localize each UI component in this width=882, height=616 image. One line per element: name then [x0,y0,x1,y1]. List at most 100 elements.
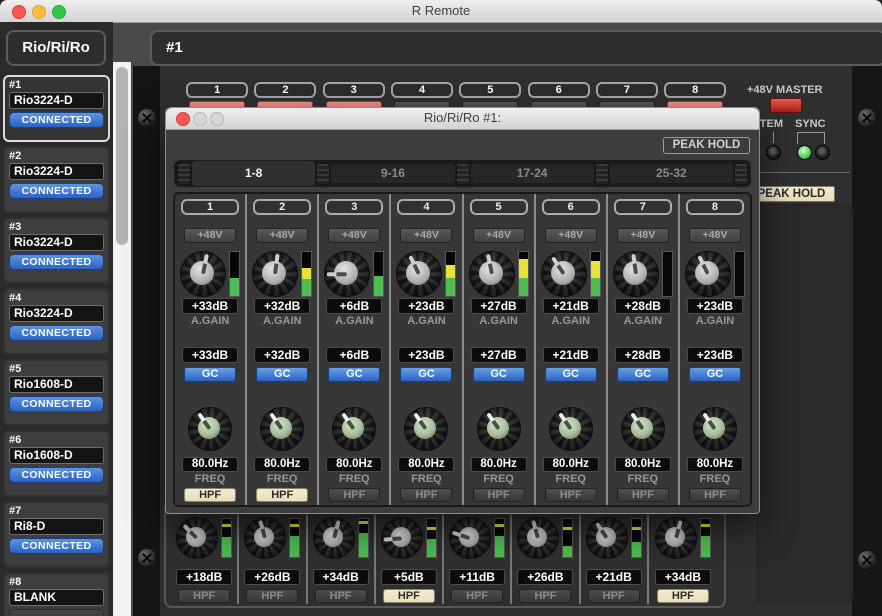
gc-gain-value[interactable]: +33dB [182,347,238,363]
peak-hold-button[interactable]: PEAK HOLD [663,137,750,154]
gain-compensation-button[interactable]: GC [328,367,380,382]
analog-gain-knob[interactable] [685,251,731,297]
gain-knob[interactable] [449,517,491,559]
gain-value[interactable]: +26dB [517,569,573,585]
hpf-frequency-value[interactable]: 80.0Hz [326,457,382,472]
analog-gain-knob[interactable] [541,251,587,297]
hpf-button[interactable]: HPF [617,488,669,502]
hpf-button[interactable]: HPF [657,589,709,603]
analog-gain-value[interactable]: +21dB [543,298,599,314]
gain-knob[interactable] [176,517,218,559]
gain-compensation-button[interactable]: GC [689,367,741,382]
gc-gain-value[interactable]: +23dB [687,347,743,363]
hpf-frequency-value[interactable]: 80.0Hz [182,457,238,472]
gain-compensation-button[interactable]: GC [473,367,525,382]
phantom-48v-button[interactable]: +48V [545,228,597,243]
gain-compensation-button[interactable]: GC [400,367,452,382]
phantom-48v-button[interactable]: +48V [256,228,308,243]
hpf-frequency-knob[interactable] [332,407,376,451]
hpf-button[interactable]: HPF [315,589,367,603]
phantom-48v-button[interactable]: +48V [689,228,741,243]
gain-value[interactable]: +34dB [313,569,369,585]
device-item[interactable]: #5 Rio1608-D CONNECTED [3,359,110,426]
tab-9-16[interactable]: 9-16 [331,164,454,183]
gc-gain-value[interactable]: +28dB [615,347,671,363]
analog-gain-knob[interactable] [613,251,659,297]
device-item[interactable]: #6 Rio1608-D CONNECTED [3,430,110,497]
hpf-button[interactable]: HPF [178,589,230,603]
device-item[interactable]: #1 Rio3224-D CONNECTED [3,75,110,142]
analog-gain-knob[interactable] [252,251,298,297]
hpf-frequency-knob[interactable] [188,407,232,451]
hpf-frequency-knob[interactable] [477,407,521,451]
phantom-48v-button[interactable]: +48V [400,228,452,243]
device-item[interactable]: #8 BLANK [3,572,110,616]
hpf-button[interactable]: HPF [473,488,525,502]
analog-gain-knob[interactable] [180,251,226,297]
hpf-button[interactable]: HPF [545,488,597,502]
hpf-frequency-value[interactable]: 80.0Hz [471,457,527,472]
analog-gain-value[interactable]: +32dB [254,298,310,314]
gc-gain-value[interactable]: +27dB [471,347,527,363]
device-item[interactable]: #3 Rio3224-D CONNECTED [3,217,110,284]
phantom-48v-button[interactable]: +48V [184,228,236,243]
device-item[interactable]: #7 Ri8-D CONNECTED [3,501,110,568]
analog-gain-knob[interactable] [324,251,370,297]
peak-hold-button[interactable]: PEAK HOLD [748,186,835,202]
sidebar-scrollbar[interactable] [113,62,131,616]
phantom-48v-button[interactable]: +48V [617,228,669,243]
hpf-frequency-knob[interactable] [621,407,665,451]
tab-17-24[interactable]: 17-24 [471,164,594,183]
scrollbar-thumb[interactable] [116,67,128,245]
gain-knob[interactable] [381,517,423,559]
gain-value[interactable]: +21dB [586,569,642,585]
analog-gain-value[interactable]: +27dB [471,298,527,314]
analog-gain-value[interactable]: +6dB [326,298,382,314]
gain-compensation-button[interactable]: GC [617,367,669,382]
hpf-button[interactable]: HPF [689,488,741,502]
tab-25-32[interactable]: 25-32 [610,164,733,183]
hpf-button[interactable]: HPF [519,589,571,603]
hpf-frequency-value[interactable]: 80.0Hz [687,457,743,472]
hpf-button[interactable]: HPF [588,589,640,603]
hpf-frequency-value[interactable]: 80.0Hz [254,457,310,472]
hpf-button[interactable]: HPF [383,589,435,603]
gain-knob[interactable] [517,517,559,559]
analog-gain-value[interactable]: +23dB [687,298,743,314]
phantom-48v-button[interactable]: +48V [473,228,525,243]
gain-value[interactable]: +11dB [449,569,505,585]
hpf-frequency-knob[interactable] [260,407,304,451]
gain-value[interactable]: +5dB [381,569,437,585]
gain-compensation-button[interactable]: GC [256,367,308,382]
hpf-button[interactable]: HPF [256,488,308,502]
master-48v-indicator[interactable] [770,98,802,113]
gain-value[interactable]: +26dB [244,569,300,585]
gain-value[interactable]: +18dB [176,569,232,585]
gain-value[interactable]: +34dB [655,569,711,585]
analog-gain-value[interactable]: +28dB [615,298,671,314]
hpf-frequency-knob[interactable] [549,407,593,451]
gc-gain-value[interactable]: +21dB [543,347,599,363]
analog-gain-value[interactable]: +33dB [182,298,238,314]
analog-gain-knob[interactable] [396,251,442,297]
gain-compensation-button[interactable]: GC [184,367,236,382]
analog-gain-value[interactable]: +23dB [398,298,454,314]
hpf-frequency-value[interactable]: 80.0Hz [398,457,454,472]
hpf-frequency-value[interactable]: 80.0Hz [543,457,599,472]
hpf-frequency-value[interactable]: 80.0Hz [615,457,671,472]
phantom-48v-button[interactable]: +48V [328,228,380,243]
gain-knob[interactable] [244,517,286,559]
device-item[interactable]: #2 Rio3224-D CONNECTED [3,146,110,213]
gain-knob[interactable] [586,517,628,559]
hpf-button[interactable]: HPF [184,488,236,502]
hpf-button[interactable]: HPF [451,589,503,603]
hpf-button[interactable]: HPF [400,488,452,502]
gc-gain-value[interactable]: +6dB [326,347,382,363]
hpf-button[interactable]: HPF [246,589,298,603]
gain-compensation-button[interactable]: GC [545,367,597,382]
gc-gain-value[interactable]: +23dB [398,347,454,363]
hpf-button[interactable]: HPF [328,488,380,502]
hpf-frequency-knob[interactable] [404,407,448,451]
analog-gain-knob[interactable] [469,251,515,297]
gc-gain-value[interactable]: +32dB [254,347,310,363]
